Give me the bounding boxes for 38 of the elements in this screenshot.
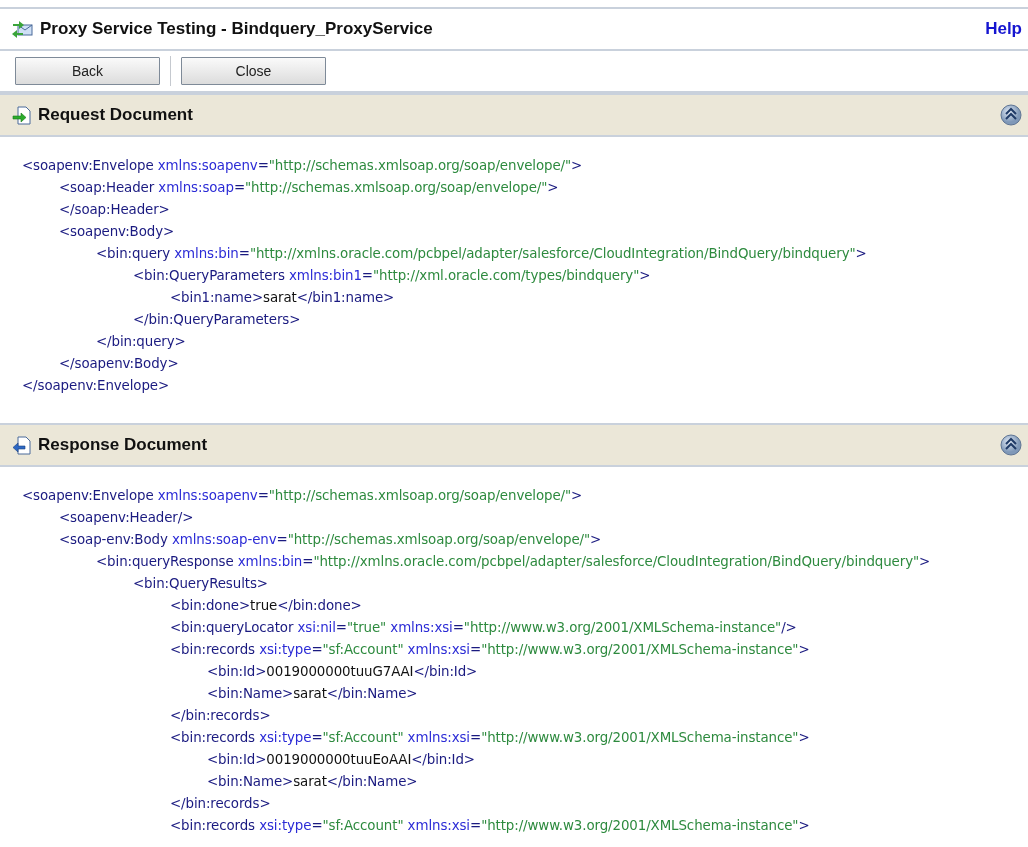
section-title: Request Document [38, 105, 194, 125]
help-link[interactable]: Help [985, 19, 1022, 39]
code-line: <bin:queryResponse xmlns:bin="http://xmlns.oracle.com/pcbpel/adapter/salesforce/CloudIntegration/BindQuery/bindquery"> [96, 553, 932, 571]
code-line: <bin1:name>sarat</bin1:name> [170, 289, 396, 307]
code-line: <bin:records xsi:type="sf:Account" xmlns:xsi="http://www.w3.org/2001/XMLSchema-instance"> [170, 729, 811, 747]
back-button[interactable]: Back [15, 57, 160, 85]
code-line: <soapenv:Envelope xmlns:soapenv="http://schemas.xmlsoap.org/soap/envelope/"> [22, 157, 584, 175]
code-line: <bin:Name>sarat</bin:Name> [207, 773, 419, 791]
code-line: </soapenv:Envelope> [22, 377, 171, 395]
code-line: </bin:query> [96, 333, 187, 351]
document-arrow-icon [12, 105, 32, 125]
envelope-arrows-icon [12, 20, 34, 38]
code-line: <soap-env:Body xmlns:soap-env="http://schemas.xmlsoap.org/soap/envelope/"> [59, 531, 603, 549]
close-button[interactable]: Close [181, 57, 326, 85]
code-line: <soapenv:Envelope xmlns:soapenv="http://schemas.xmlsoap.org/soap/envelope/"> [22, 487, 584, 505]
collapse-icon[interactable] [1000, 104, 1022, 126]
collapse-icon[interactable] [1000, 434, 1022, 456]
code-line: <bin:QueryResults> [133, 575, 269, 593]
code-line: <bin:query xmlns:bin="http://xmlns.oracle.com/pcbpel/adapter/salesforce/CloudIntegration/BindQuery/bindquery"> [96, 245, 868, 263]
code-line: <bin:Id>0019000000tuuG7AAI</bin:Id> [207, 663, 479, 681]
code-line: <bin:records xsi:type="sf:Account" xmlns:xsi="http://www.w3.org/2001/XMLSchema-instance"> [170, 817, 811, 835]
code-line: <bin:queryLocator xsi:nil="true" xmlns:xsi="http://www.w3.org/2001/XMLSchema-instance"/> [170, 619, 798, 637]
code-line: <bin:Name>sarat</bin:Name> [207, 685, 419, 703]
document-arrow-icon [12, 435, 32, 455]
code-line: <bin:Id>0019000000tuuEoAAI</bin:Id> [207, 751, 476, 769]
code-line: <soapenv:Header/> [59, 509, 195, 527]
code-line: <soap:Header xmlns:soap="http://schemas.xmlsoap.org/soap/envelope/"> [59, 179, 560, 197]
code-line: </bin:records> [170, 795, 272, 813]
code-line: </soapenv:Body> [59, 355, 180, 373]
page-title: Proxy Service Testing - Bindquery_ProxyService [40, 19, 434, 39]
code-line: </bin:QueryParameters> [133, 311, 302, 329]
code-line: </soap:Header> [59, 201, 171, 219]
code-line: <bin:records xsi:type="sf:Account" xmlns:xsi="http://www.w3.org/2001/XMLSchema-instance"> [170, 641, 811, 659]
code-line: <bin:QueryParameters xmlns:bin1="http://xml.oracle.com/types/bindquery"> [133, 267, 652, 285]
code-line: </bin:records> [170, 707, 272, 725]
code-line: <soapenv:Body> [59, 223, 176, 241]
code-line: <bin:done>true</bin:done> [170, 597, 363, 615]
section-title: Response Document [38, 435, 209, 455]
